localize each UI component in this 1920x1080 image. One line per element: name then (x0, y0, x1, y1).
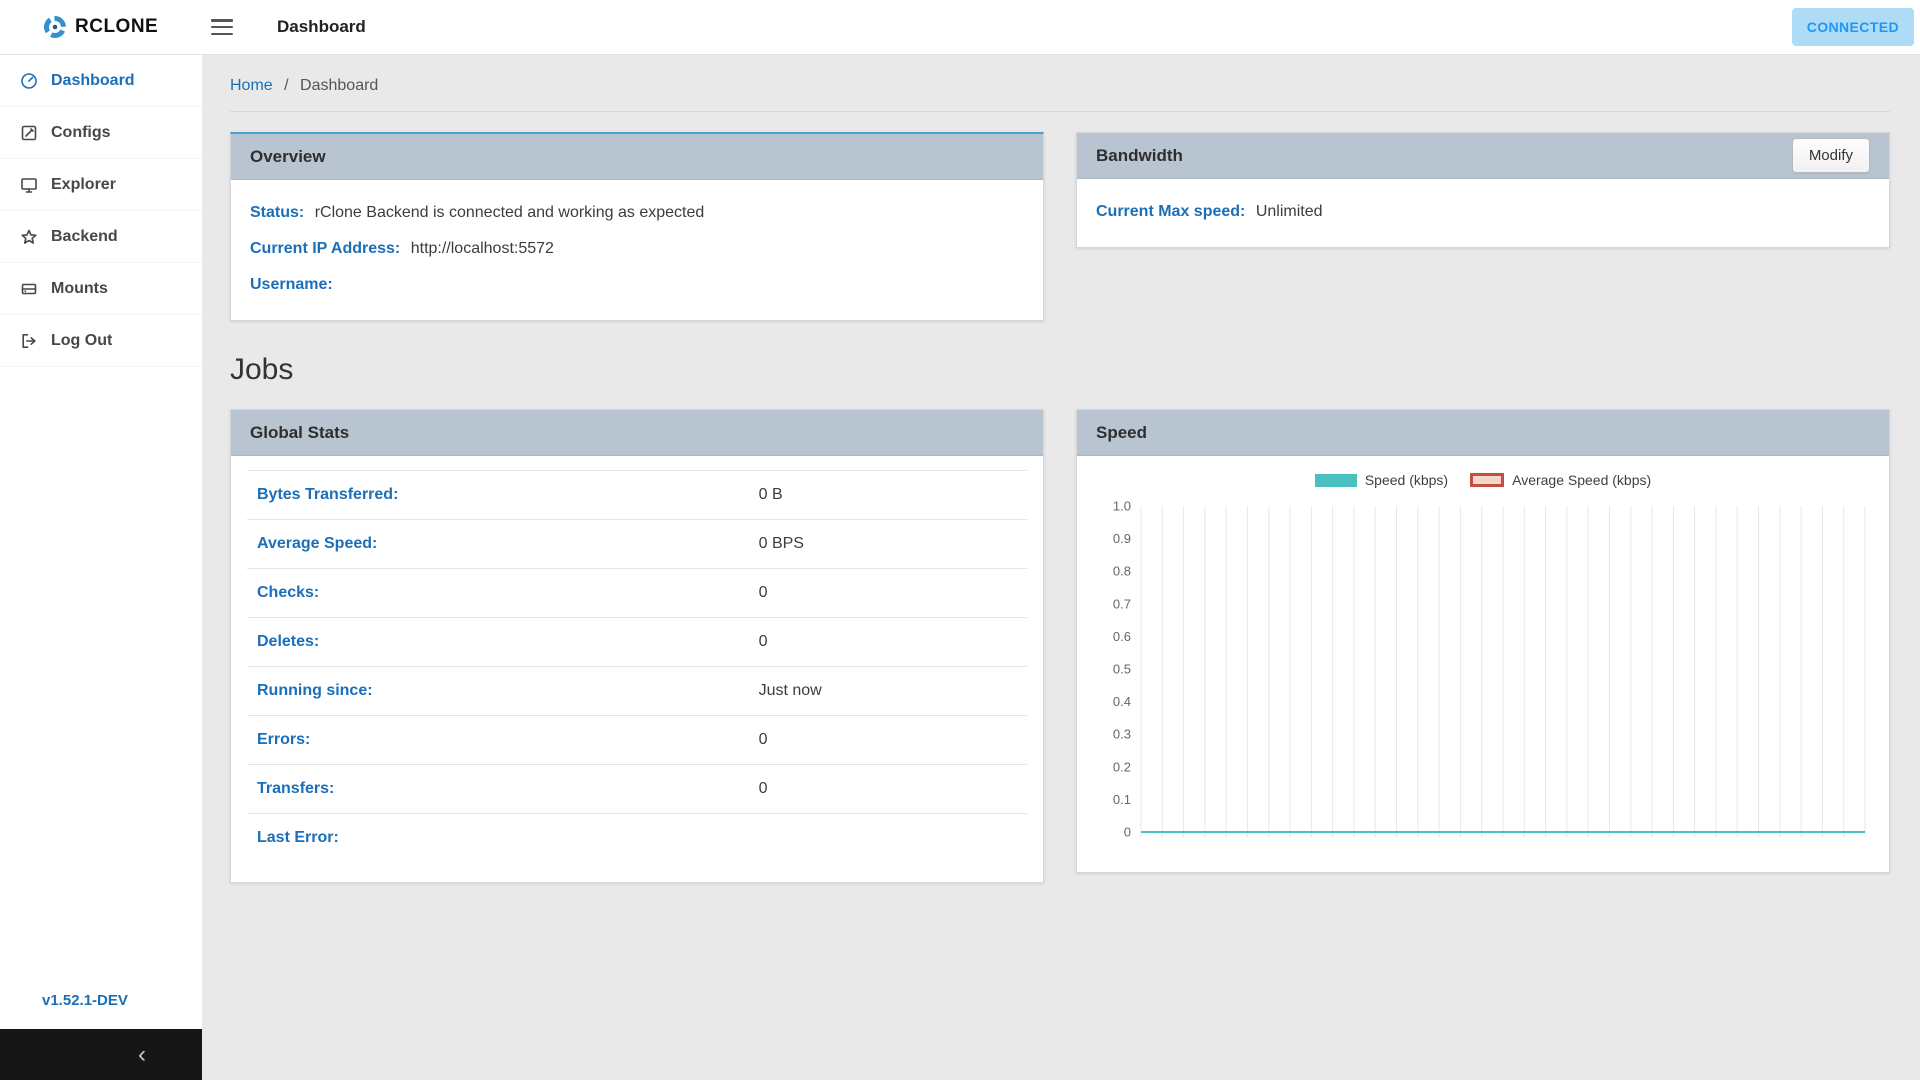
max-speed-line: Current Max speed: Unlimited (1096, 203, 1870, 221)
logout-icon (19, 331, 39, 351)
drive-icon (19, 279, 39, 299)
top-header: RCLONE Dashboard CONNECTED (0, 0, 1920, 55)
svg-text:1.0: 1.0 (1113, 499, 1131, 514)
connected-status-button[interactable]: CONNECTED (1791, 8, 1914, 46)
edit-icon (19, 123, 39, 143)
svg-text:0: 0 (1124, 825, 1131, 840)
speed-title: Speed (1096, 422, 1148, 442)
jobs-heading: Jobs (230, 353, 294, 386)
global-stats-card: Global Stats Bytes Transferred: 0 B Aver… (230, 409, 1044, 883)
max-speed-label: Current Max speed: (1096, 203, 1246, 220)
global-stats-header: Global Stats (231, 410, 1043, 456)
chart-legend: Speed (kbps) Average Speed (kbps) (1093, 472, 1873, 488)
dashboard-icon (19, 71, 39, 91)
header-title: Dashboard (277, 17, 366, 36)
breadcrumb-divider (230, 111, 1890, 112)
sidebar-item-logout[interactable]: Log Out (0, 315, 202, 367)
svg-text:0.8: 0.8 (1113, 564, 1131, 579)
overview-card: Overview Status: rClone Backend is conne… (230, 132, 1044, 321)
app-name: RCLONE (75, 16, 159, 37)
modify-button[interactable]: Modify (1791, 138, 1870, 173)
stats-row: Errors: 0 (247, 716, 1027, 765)
svg-text:0.5: 0.5 (1113, 662, 1131, 677)
breadcrumb: Home / Dashboard (230, 55, 1890, 95)
svg-text:0.6: 0.6 (1113, 629, 1131, 644)
stats-row: Deletes: 0 (247, 618, 1027, 667)
stats-row: Transfers: 0 (247, 765, 1027, 814)
speed-card: Speed Speed (kbps) Average Speed (kbps) … (1076, 409, 1890, 873)
svg-text:0.4: 0.4 (1113, 694, 1131, 709)
legend-speed-swatch (1314, 473, 1357, 487)
rclone-logo-icon (42, 14, 68, 40)
sidebar-item-dashboard[interactable]: Dashboard (0, 55, 202, 107)
username-line: Username: (250, 276, 1024, 294)
stats-row: Bytes Transferred: 0 B (247, 471, 1027, 520)
breadcrumb-current: Dashboard (300, 77, 379, 94)
global-stats-title: Global Stats (250, 422, 350, 442)
breadcrumb-separator: / (284, 77, 289, 94)
speed-chart-area: Speed (kbps) Average Speed (kbps) 0 0.1 0.… (1077, 456, 1889, 872)
bandwidth-card: Bandwidth Modify Current Max speed: Unli… (1076, 132, 1890, 248)
breadcrumb-home-link[interactable]: Home (230, 77, 273, 94)
sidebar-item-explorer[interactable]: Explorer (0, 159, 202, 211)
ip-address-line: Current IP Address: http://localhost:557… (250, 240, 1024, 258)
sidebar-item-label: Dashboard (51, 71, 135, 89)
sidebar-item-label: Log Out (51, 331, 113, 349)
svg-text:0.1: 0.1 (1113, 792, 1131, 807)
legend-avg-label: Average Speed (kbps) (1512, 472, 1652, 488)
legend-speed-label: Speed (kbps) (1364, 472, 1449, 488)
overview-card-header: Overview (231, 134, 1043, 180)
status-label: Status: (250, 204, 305, 221)
bandwidth-card-header: Bandwidth Modify (1077, 133, 1889, 179)
ip-address-label: Current IP Address: (250, 240, 401, 257)
svg-text:0.2: 0.2 (1113, 759, 1131, 774)
main-content: Home / Dashboard Overview Status: rClone… (202, 55, 1920, 1080)
sidebar-item-label: Backend (51, 227, 118, 245)
svg-text:0.9: 0.9 (1113, 531, 1131, 546)
rclone-logo[interactable]: RCLONE (0, 14, 165, 40)
bandwidth-title: Bandwidth (1096, 145, 1183, 165)
legend-avg-swatch (1470, 473, 1505, 487)
ip-address-value: http://localhost:5572 (410, 240, 554, 257)
speed-card-header: Speed (1077, 410, 1889, 456)
star-icon (19, 227, 39, 247)
version-label: v1.52.1-DEV (42, 992, 128, 1009)
stats-row: Average Speed: 0 BPS (247, 520, 1027, 569)
overview-title: Overview (250, 146, 326, 166)
max-speed-value: Unlimited (1255, 203, 1323, 220)
svg-text:0.7: 0.7 (1113, 596, 1131, 611)
global-stats-table: Bytes Transferred: 0 B Average Speed: 0 … (247, 470, 1027, 862)
status-line: Status: rClone Backend is connected and … (250, 204, 1024, 222)
stats-row: Last Error: (257, 829, 339, 846)
menu-toggle-button[interactable] (211, 19, 233, 35)
stats-row: Checks: 0 (247, 569, 1027, 618)
sidebar-item-backend[interactable]: Backend (0, 211, 202, 263)
collapse-chevron-icon: ‹ (138, 1040, 146, 1068)
sidebar-item-mounts[interactable]: Mounts (0, 263, 202, 315)
speed-chart: 0 0.1 0.2 0.3 0.4 0.5 0.6 0.7 0.8 0.9 1.0 (1113, 499, 1866, 840)
sidebar-item-configs[interactable]: Configs (0, 107, 202, 159)
sidebar: Dashboard Configs Explorer Backend Mount… (0, 55, 202, 1080)
sidebar-item-label: Mounts (51, 279, 108, 297)
stats-row: Running since: Just now (247, 667, 1027, 716)
sidebar-collapse-strip[interactable]: ‹ (0, 1029, 202, 1080)
monitor-icon (19, 175, 39, 195)
sidebar-item-label: Configs (51, 123, 111, 141)
status-value: rClone Backend is connected and working … (314, 204, 705, 221)
svg-text:0.3: 0.3 (1113, 727, 1131, 742)
username-label: Username: (250, 276, 333, 293)
sidebar-item-label: Explorer (51, 175, 116, 193)
